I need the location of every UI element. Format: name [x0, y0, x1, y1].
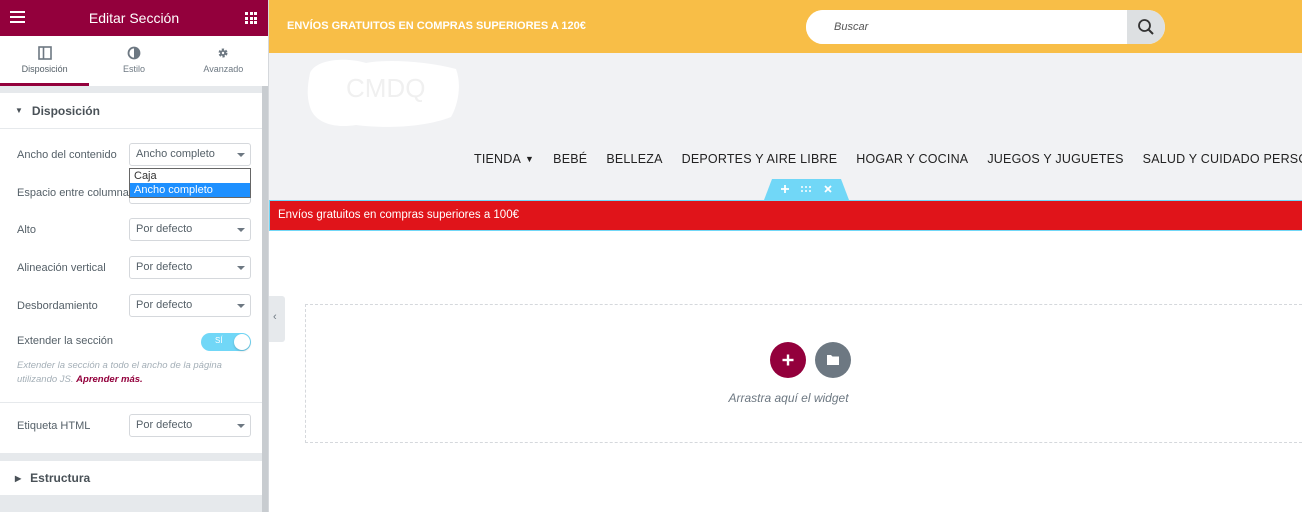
logo-text: CMDQ [346, 73, 425, 103]
red-banner-text: Envíos gratuitos en compras superiores a… [278, 209, 519, 221]
stretch-section-toggle[interactable]: SÍ [201, 333, 251, 351]
section-toggle-estructura[interactable]: ▶ Estructura [0, 461, 262, 495]
main-nav: TIENDA ▼ BEBÉ BELLEZA DEPORTES Y AIRE LIB… [474, 152, 1302, 166]
chevron-down-icon [237, 153, 245, 157]
control-label: Ancho del contenido [17, 149, 117, 161]
search-button[interactable] [1127, 10, 1165, 44]
search-box [806, 10, 1165, 44]
section-disposicion-body: ▼ Disposición Ancho del contenido Ancho … [0, 93, 262, 453]
site-logo[interactable]: CMDQ [306, 55, 461, 130]
panel-header: Editar Sección [0, 0, 268, 36]
panel-scrollbar[interactable] [262, 86, 268, 512]
content-width-options: Caja Ancho completo [129, 168, 251, 198]
tab-label: Avanzado [203, 64, 244, 74]
select-value: Por defecto [136, 419, 193, 431]
tab-avanzado[interactable]: Avanzado [179, 36, 268, 86]
chevron-left-icon: ‹ [273, 311, 277, 323]
top-promo-text: ENVÍOS GRATUITOS EN COMPRAS SUPERIORES A… [287, 20, 586, 32]
learn-more-link[interactable]: Aprender más. [76, 374, 143, 385]
drop-hint-text: Arrastra aquí el widget [728, 391, 849, 405]
control-label: Espacio entre columnas [17, 187, 135, 199]
nav-item-hogar[interactable]: HOGAR Y COCINA [856, 152, 968, 166]
tab-label: Estilo [122, 64, 145, 74]
chevron-down-icon [237, 304, 245, 308]
collapse-panel-button[interactable]: ‹ [269, 296, 285, 342]
section-estructura: ▶ Estructura [0, 461, 262, 495]
control-content-width: Ancho del contenido Ancho completo [17, 143, 251, 167]
chevron-down-icon [237, 228, 245, 232]
nav-label: TIENDA [474, 152, 522, 166]
control-label: Desbordamiento [17, 300, 98, 312]
option-caja[interactable]: Caja [130, 169, 250, 183]
section-handle [764, 179, 849, 200]
half-circle-icon [127, 46, 141, 60]
panel-title: Editar Sección [88, 10, 180, 26]
content-width-select[interactable]: Ancho completo [129, 143, 251, 166]
toggle-label: SÍ [215, 336, 223, 345]
select-value: Por defecto [136, 299, 193, 311]
html-tag-select[interactable]: Por defecto [129, 414, 251, 437]
chevron-down-icon [237, 266, 245, 270]
top-promo-bar: ENVÍOS GRATUITOS EN COMPRAS SUPERIORES A… [269, 0, 1302, 53]
control-label: Alto [17, 224, 36, 236]
gear-icon [218, 48, 228, 58]
site-header: CMDQ TIENDA ▼ BEBÉ BELLEZA DEPORTES Y AIR… [269, 53, 1302, 200]
select-value: Por defecto [136, 223, 193, 235]
columns-icon [37, 46, 52, 60]
caret-right-icon: ▶ [15, 473, 22, 483]
control-html-tag: Etiqueta HTML Por defecto [17, 414, 251, 438]
widgets-grid-icon[interactable] [245, 12, 257, 24]
caret-down-icon: ▼ [15, 106, 23, 115]
section-toggle-disposicion[interactable]: ▼ Disposición [0, 93, 262, 129]
widget-drop-zone[interactable]: Arrastra aquí el widget [305, 304, 1302, 443]
search-icon [1138, 19, 1154, 35]
tab-estilo[interactable]: Estilo [89, 36, 178, 86]
vertical-align-select[interactable]: Por defecto [129, 256, 251, 279]
control-vertical-align: Alineación vertical Por defecto [17, 256, 251, 280]
section-title: Disposición [31, 103, 100, 118]
control-label: Etiqueta HTML [17, 420, 91, 432]
selected-section-banner[interactable]: Envíos gratuitos en compras superiores a… [269, 200, 1302, 231]
add-widget-button[interactable] [770, 342, 806, 378]
nav-item-belleza[interactable]: BELLEZA [606, 152, 662, 166]
nav-item-deportes[interactable]: DEPORTES Y AIRE LIBRE [682, 152, 838, 166]
chevron-down-icon: ▼ [525, 154, 535, 164]
preview-canvas: ENVÍOS GRATUITOS EN COMPRAS SUPERIORES A… [269, 0, 1302, 512]
tab-label: Disposición [21, 64, 68, 74]
chevron-down-icon [237, 424, 245, 428]
html-tag-control-area: Etiqueta HTML Por defecto [0, 402, 262, 452]
plus-icon [782, 354, 794, 366]
section-title: Estructura [30, 471, 91, 485]
add-template-button[interactable] [815, 342, 851, 378]
nav-item-tienda[interactable]: TIENDA ▼ [474, 152, 534, 166]
control-label: Alineación vertical [17, 262, 106, 274]
select-value: Por defecto [136, 261, 193, 273]
nav-item-bebe[interactable]: BEBÉ [553, 152, 587, 166]
control-height: Alto Por defecto [17, 218, 251, 242]
select-value: Ancho completo [136, 148, 215, 160]
stretch-help-text: Extender la sección a todo el ancho de l… [17, 359, 247, 387]
option-ancho-completo[interactable]: Ancho completo [130, 183, 250, 197]
nav-item-salud[interactable]: SALUD Y CUIDADO PERSONAL [1143, 152, 1302, 166]
control-overflow: Desbordamiento Por defecto [17, 294, 251, 318]
nav-item-juegos[interactable]: JUEGOS Y JUGUETES [987, 152, 1123, 166]
tab-disposicion[interactable]: Disposición [0, 36, 90, 86]
toggle-knob [234, 334, 250, 350]
folder-icon [827, 355, 839, 365]
editor-panel: Editar Sección Disposición Estilo Avanza… [0, 0, 269, 512]
control-label: Extender la sección [17, 335, 113, 347]
panel-tabs: Disposición Estilo Avanzado [0, 36, 268, 86]
overflow-select[interactable]: Por defecto [129, 294, 251, 317]
height-select[interactable]: Por defecto [129, 218, 251, 241]
search-input[interactable] [806, 10, 1127, 44]
